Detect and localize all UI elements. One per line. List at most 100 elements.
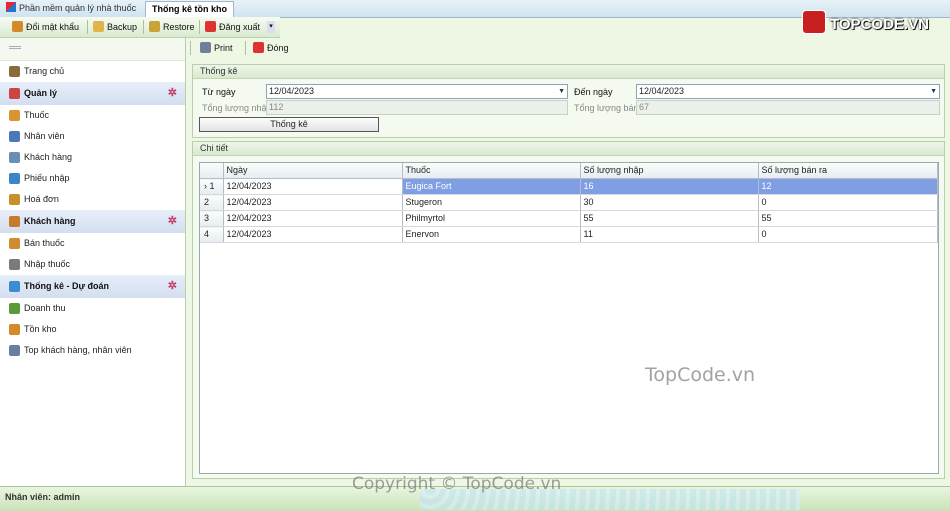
- sidebar-item-5[interactable]: Phiếu nhập: [0, 168, 185, 189]
- collapse-toggle-icon[interactable]: ✲: [168, 88, 177, 99]
- close-icon: [253, 42, 264, 53]
- total-import-label: Tổng lượng nhập: [202, 103, 272, 113]
- total-sold-label: Tổng lượng bán: [574, 103, 639, 113]
- collapse-toggle-icon[interactable]: ✲: [168, 216, 177, 227]
- table-corner-header[interactable]: [200, 163, 224, 179]
- table-cell[interactable]: 0: [758, 194, 938, 211]
- column-header[interactable]: Số lượng nhập: [580, 163, 759, 179]
- restore-button[interactable]: Restore: [149, 19, 195, 35]
- close-report-button[interactable]: Đóng: [253, 40, 289, 56]
- tab-inventory-stats[interactable]: Thống kê tồn kho: [145, 1, 234, 17]
- table-row[interactable]: 4 12/04/2023 Enervon 11 0: [200, 226, 938, 243]
- row-number: 1: [209, 181, 215, 191]
- toolbar-overflow-button[interactable]: ▾: [267, 21, 275, 33]
- collapse-toggle-icon[interactable]: ✲: [168, 281, 177, 292]
- sell-icon: [9, 238, 20, 249]
- row-header[interactable]: 3: [200, 210, 224, 227]
- table-cell[interactable]: 55: [758, 210, 938, 227]
- sidebar-item-label: Quản lý: [24, 88, 58, 98]
- row-number: 2: [204, 197, 210, 207]
- tab-main-label: Phần mềm quản lý nhà thuốc: [19, 3, 137, 13]
- sidebar-item-9[interactable]: Nhập thuốc: [0, 254, 185, 275]
- table-cell[interactable]: Eugica Fort: [402, 178, 581, 195]
- tab-main[interactable]: Phần mềm quản lý nhà thuốc: [0, 1, 142, 16]
- table-cell[interactable]: 0: [758, 226, 938, 243]
- sidebar-item-6[interactable]: Hoá đơn: [0, 189, 185, 210]
- toolbar-divider: [199, 20, 200, 34]
- table-row[interactable]: › 1 12/04/2023 Eugica Fort 16 12: [200, 178, 938, 195]
- change-password-label: Đổi mật khẩu: [26, 22, 80, 32]
- backup-button[interactable]: Backup: [93, 19, 137, 35]
- hamburger-icon: [9, 46, 21, 49]
- from-date-label: Từ ngày: [202, 87, 236, 97]
- row-header[interactable]: 2: [200, 194, 224, 211]
- sidebar-item-2[interactable]: Thuốc: [0, 105, 185, 126]
- sidebar-item-13[interactable]: Top khách hàng, nhân viên: [0, 340, 185, 361]
- sidebar-item-8[interactable]: Bán thuốc: [0, 233, 185, 254]
- row-header[interactable]: 4: [200, 226, 224, 243]
- table-cell[interactable]: 11: [580, 226, 759, 243]
- sidebar-item-0[interactable]: Trang chủ: [0, 61, 185, 82]
- table-cell[interactable]: 16: [580, 178, 759, 195]
- backup-icon: [93, 21, 104, 32]
- to-date-value: 12/04/2023: [639, 86, 685, 96]
- table-cell[interactable]: 12/04/2023: [223, 194, 403, 211]
- column-header[interactable]: Số lượng bán ra: [758, 163, 938, 179]
- top-list-icon: [9, 345, 20, 356]
- sidebar-item-12[interactable]: Tồn kho: [0, 319, 185, 340]
- row-header[interactable]: › 1: [200, 178, 224, 195]
- to-date-picker[interactable]: 12/04/2023 ▼: [636, 84, 940, 99]
- copyright-watermark: Copyright © TopCode.vn: [352, 474, 562, 494]
- change-password-button[interactable]: Đổi mật khẩu: [12, 19, 79, 35]
- sidebar-item-label: Doanh thu: [24, 303, 66, 313]
- table-cell[interactable]: 55: [580, 210, 759, 227]
- table-cell[interactable]: Philmyrtol: [402, 210, 581, 227]
- table-row[interactable]: 2 12/04/2023 Stugeron 30 0: [200, 194, 938, 211]
- detail-groupbox: Chi tiết Ngày Thuốc Số lượng nhập Số lượng …: [192, 141, 945, 479]
- sidebar-group-7[interactable]: Khách hàng ✲: [0, 210, 185, 233]
- sidebar-item-label: Phiếu nhập: [24, 173, 70, 183]
- manage-icon: [9, 88, 20, 99]
- sidebar-group-1[interactable]: Quản lý ✲: [0, 82, 185, 105]
- sidebar-item-4[interactable]: Khách hàng: [0, 147, 185, 168]
- chevron-down-icon: ▼: [930, 88, 937, 95]
- detail-data-grid[interactable]: Ngày Thuốc Số lượng nhập Số lượng bán ra › …: [199, 162, 939, 474]
- table-row[interactable]: 3 12/04/2023 Philmyrtol 55 55: [200, 210, 938, 227]
- sidebar-item-label: Hoá đơn: [24, 194, 59, 204]
- sidebar-item-label: Bán thuốc: [24, 238, 65, 248]
- logout-label: Đăng xuất: [219, 22, 261, 32]
- stats-groupbox: Thống kê Từ ngày 12/04/2023 ▼ Đến ngày 12…: [192, 64, 945, 138]
- table-cell[interactable]: 12: [758, 178, 938, 195]
- sidebar-item-3[interactable]: Nhân viên: [0, 126, 185, 147]
- restore-label: Restore: [163, 22, 195, 32]
- table-cell[interactable]: 12/04/2023: [223, 178, 403, 195]
- table-header-row: Ngày Thuốc Số lượng nhập Số lượng bán ra: [200, 163, 938, 179]
- sidebar-item-11[interactable]: Doanh thu: [0, 298, 185, 319]
- import-slip-icon: [9, 173, 20, 184]
- toolbar-divider: [143, 20, 144, 34]
- sidebar-item-label: Thống kê - Dự đoán: [24, 281, 110, 291]
- logout-button[interactable]: Đăng xuất: [205, 19, 260, 35]
- sidebar-collapse-handle[interactable]: [0, 38, 185, 61]
- run-statistics-button[interactable]: Thống kê: [199, 117, 379, 132]
- sidebar-item-label: Top khách hàng, nhân viên: [24, 345, 132, 355]
- sidebar-item-label: Trang chủ: [24, 66, 65, 76]
- table-cell[interactable]: 12/04/2023: [223, 226, 403, 243]
- from-date-picker[interactable]: 12/04/2023 ▼: [266, 84, 568, 99]
- print-button[interactable]: Print: [200, 40, 233, 56]
- topcode-logo: TOPCODE.VN: [802, 10, 929, 38]
- column-header[interactable]: Ngày: [223, 163, 403, 179]
- table-cell[interactable]: Enervon: [402, 226, 581, 243]
- report-toolbar: Print Đóng: [186, 38, 950, 58]
- table-cell[interactable]: 30: [580, 194, 759, 211]
- column-header[interactable]: Thuốc: [402, 163, 581, 179]
- table-cell[interactable]: Stugeron: [402, 194, 581, 211]
- topcode-logo-text: TOPCODE.VN: [830, 16, 929, 33]
- user-icon: [9, 216, 20, 227]
- sidebar-group-10[interactable]: Thống kê - Dự đoán ✲: [0, 275, 185, 298]
- table-cell[interactable]: 12/04/2023: [223, 210, 403, 227]
- topcode-logo-mark-icon: [802, 10, 826, 34]
- sidebar: Trang chủ Quản lý ✲ Thuốc Nhân viên Khách hàn…: [0, 38, 186, 486]
- key-user-icon: [12, 21, 23, 32]
- chevron-down-icon: ▼: [558, 88, 565, 95]
